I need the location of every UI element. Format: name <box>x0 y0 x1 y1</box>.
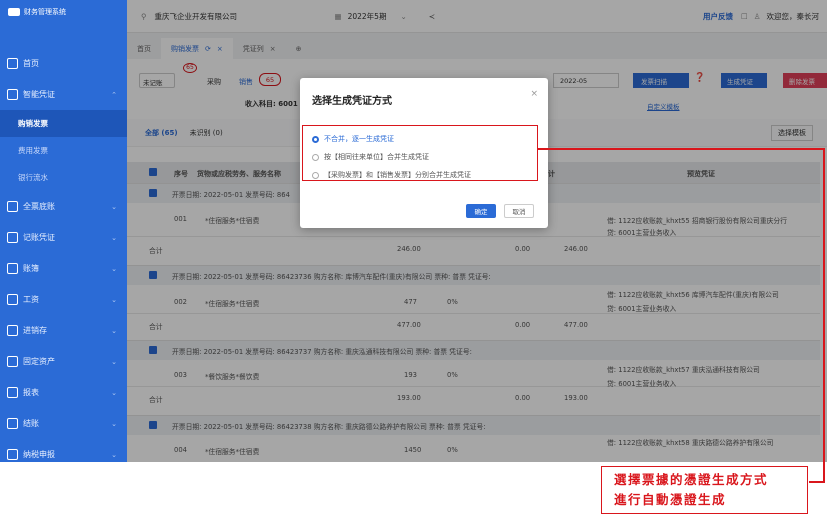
dialog-title: 选择生成凭证方式 <box>312 96 392 107</box>
confirm-button[interactable]: 确定 <box>466 204 496 218</box>
books-icon <box>7 263 18 274</box>
tax-icon <box>7 449 18 460</box>
sidebar-item-bank-flow[interactable]: 银行流水 <box>0 164 127 191</box>
highlight-box <box>302 125 538 181</box>
sidebar-item-sales-invoice[interactable]: 购销发票 <box>0 110 127 137</box>
modal-backdrop[interactable] <box>127 0 827 462</box>
sidebar-item-home[interactable]: 首页 <box>0 48 127 79</box>
chevron-down-icon: ⌄ <box>111 295 117 304</box>
cancel-button[interactable]: 取消 <box>504 204 534 218</box>
ledger-icon <box>7 201 18 212</box>
chevron-down-icon: ⌄ <box>111 233 117 242</box>
callout-line <box>809 481 825 483</box>
callout-line <box>538 148 825 150</box>
logo-icon <box>8 8 20 16</box>
callout-line <box>823 148 825 482</box>
chevron-up-icon: ⌃ <box>111 90 117 99</box>
sidebar-item-expense-invoice[interactable]: 费用发票 <box>0 137 127 164</box>
report-icon <box>7 387 18 398</box>
voucher-icon <box>7 89 18 100</box>
sidebar: 财务管理系统 首页 智能凭证 ⌃ 购销发票 费用发票 银行流水 全票底账 ⌄ 记账凭… <box>0 0 127 462</box>
closing-icon <box>7 418 18 429</box>
chevron-down-icon: ⌄ <box>111 419 117 428</box>
chevron-down-icon: ⌄ <box>111 264 117 273</box>
journal-icon <box>7 232 18 243</box>
chevron-down-icon: ⌄ <box>111 450 117 459</box>
sidebar-item-tax[interactable]: 纳税申报 ⌄ <box>0 439 127 470</box>
sidebar-item-fixed-assets[interactable]: 固定资产 ⌄ <box>0 346 127 377</box>
sidebar-item-full-ledger[interactable]: 全票底账 ⌄ <box>0 191 127 222</box>
close-icon[interactable]: × <box>530 89 538 99</box>
chevron-down-icon: ⌄ <box>111 202 117 211</box>
home-icon <box>7 58 18 69</box>
chevron-down-icon: ⌄ <box>111 326 117 335</box>
sidebar-item-payroll[interactable]: 工资 ⌄ <box>0 284 127 315</box>
sidebar-item-inventory[interactable]: 进销存 ⌄ <box>0 315 127 346</box>
sidebar-item-reports[interactable]: 报表 ⌄ <box>0 377 127 408</box>
sidebar-item-closing[interactable]: 结账 ⌄ <box>0 408 127 439</box>
sidebar-item-books[interactable]: 账簿 ⌄ <box>0 253 127 284</box>
payroll-icon <box>7 294 18 305</box>
sidebar-item-smart-voucher[interactable]: 智能凭证 ⌃ <box>0 79 127 110</box>
chevron-down-icon: ⌄ <box>111 388 117 397</box>
sidebar-item-journal[interactable]: 记账凭证 ⌄ <box>0 222 127 253</box>
assets-icon <box>7 356 18 367</box>
inventory-icon <box>7 325 18 336</box>
app-logo: 财务管理系统 <box>0 0 127 24</box>
callout-line-1: 選擇票據的憑證生成方式 <box>614 472 769 487</box>
callout-line-2: 進行自動憑證生成 <box>614 492 727 507</box>
chevron-down-icon: ⌄ <box>111 357 117 366</box>
annotation-callout: 選擇票據的憑證生成方式 進行自動憑證生成 <box>601 466 808 514</box>
